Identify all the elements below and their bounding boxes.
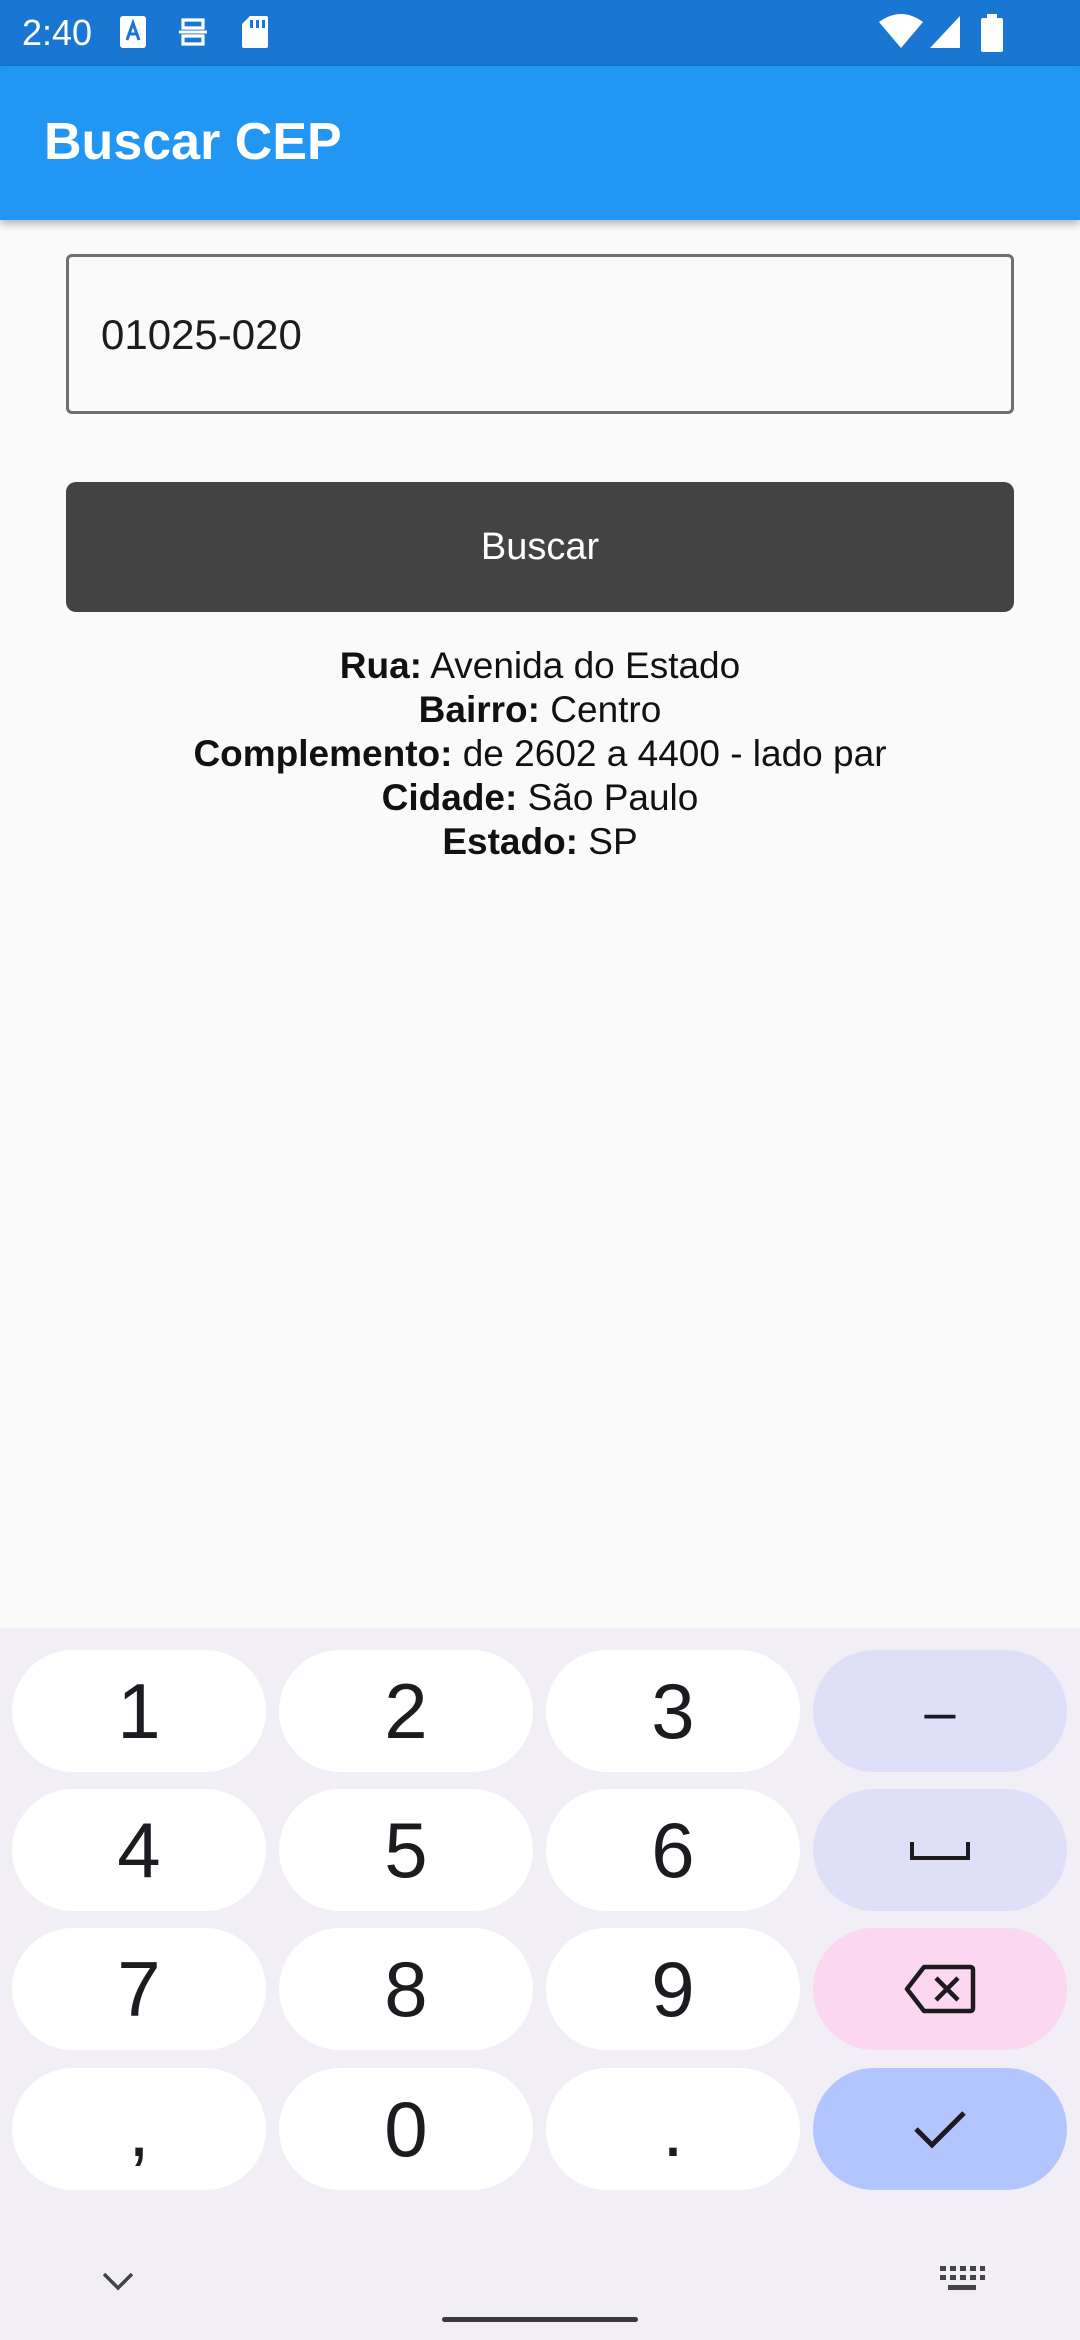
numeric-keyboard: 1 2 3 – 4 5 6 7 8 9 , 0 . — [0, 1628, 1080, 2340]
key-8[interactable]: 8 — [279, 1928, 533, 2050]
key-6[interactable]: 6 — [546, 1789, 800, 1911]
cidade-label: Cidade: — [381, 777, 518, 818]
app-bar: Buscar CEP — [0, 66, 1080, 220]
key-done[interactable] — [813, 2068, 1067, 2190]
key-minus[interactable]: – — [813, 1650, 1067, 1772]
key-4[interactable]: 4 — [12, 1789, 266, 1911]
result-rua: Rua: Avenida do Estado — [0, 644, 1080, 688]
cep-input[interactable]: 01025-020 — [66, 254, 1014, 414]
sim-toolkit-icon — [179, 18, 207, 46]
bairro-label: Bairro: — [418, 689, 540, 730]
result-estado: Estado: SP — [0, 820, 1080, 864]
bairro-value: Centro — [550, 689, 662, 730]
key-5[interactable]: 5 — [279, 1789, 533, 1911]
chevron-down-icon[interactable] — [100, 2270, 136, 2292]
key-backspace[interactable] — [813, 1928, 1067, 2050]
key-1[interactable]: 1 — [12, 1650, 266, 1772]
rua-value: Avenida do Estado — [430, 645, 741, 686]
search-button[interactable]: Buscar — [66, 482, 1014, 612]
complemento-value: de 2602 a 4400 - lado par — [462, 733, 887, 774]
key-period[interactable]: . — [546, 2068, 800, 2190]
result-cidade: Cidade: São Paulo — [0, 776, 1080, 820]
result-bairro: Bairro: Centro — [0, 688, 1080, 732]
address-result: Rua: Avenida do Estado Bairro: Centro Co… — [0, 644, 1080, 864]
complemento-label: Complemento: — [193, 733, 453, 774]
key-2[interactable]: 2 — [279, 1650, 533, 1772]
wifi-icon — [879, 14, 923, 48]
space-icon — [910, 1842, 970, 1860]
page-title: Buscar CEP — [44, 113, 342, 171]
key-space[interactable] — [813, 1789, 1067, 1911]
status-time: 2:40 — [22, 12, 93, 53]
key-9[interactable]: 9 — [546, 1928, 800, 2050]
estado-label: Estado: — [442, 821, 579, 862]
battery-icon — [981, 14, 1003, 52]
result-complemento: Complemento: de 2602 a 4400 - lado par — [0, 732, 1080, 776]
search-button-label: Buscar — [480, 525, 600, 568]
key-7[interactable]: 7 — [12, 1928, 266, 2050]
home-indicator[interactable] — [442, 2317, 638, 2322]
key-3[interactable]: 3 — [546, 1650, 800, 1772]
status-bar: 2:40 — [0, 0, 1080, 66]
cell-signal-icon — [930, 16, 960, 48]
cep-input-value: 01025-020 — [101, 311, 302, 358]
keyboard-icon[interactable] — [938, 2264, 986, 2294]
rua-label: Rua: — [339, 645, 423, 686]
cidade-value: São Paulo — [527, 777, 699, 818]
estado-value: SP — [588, 821, 638, 862]
sd-card-icon — [242, 16, 268, 48]
key-0[interactable]: 0 — [279, 2068, 533, 2190]
key-comma[interactable]: , — [12, 2068, 266, 2190]
check-icon — [914, 2111, 966, 2149]
keyboard-a-icon — [120, 16, 146, 48]
backspace-icon — [904, 1964, 976, 2014]
